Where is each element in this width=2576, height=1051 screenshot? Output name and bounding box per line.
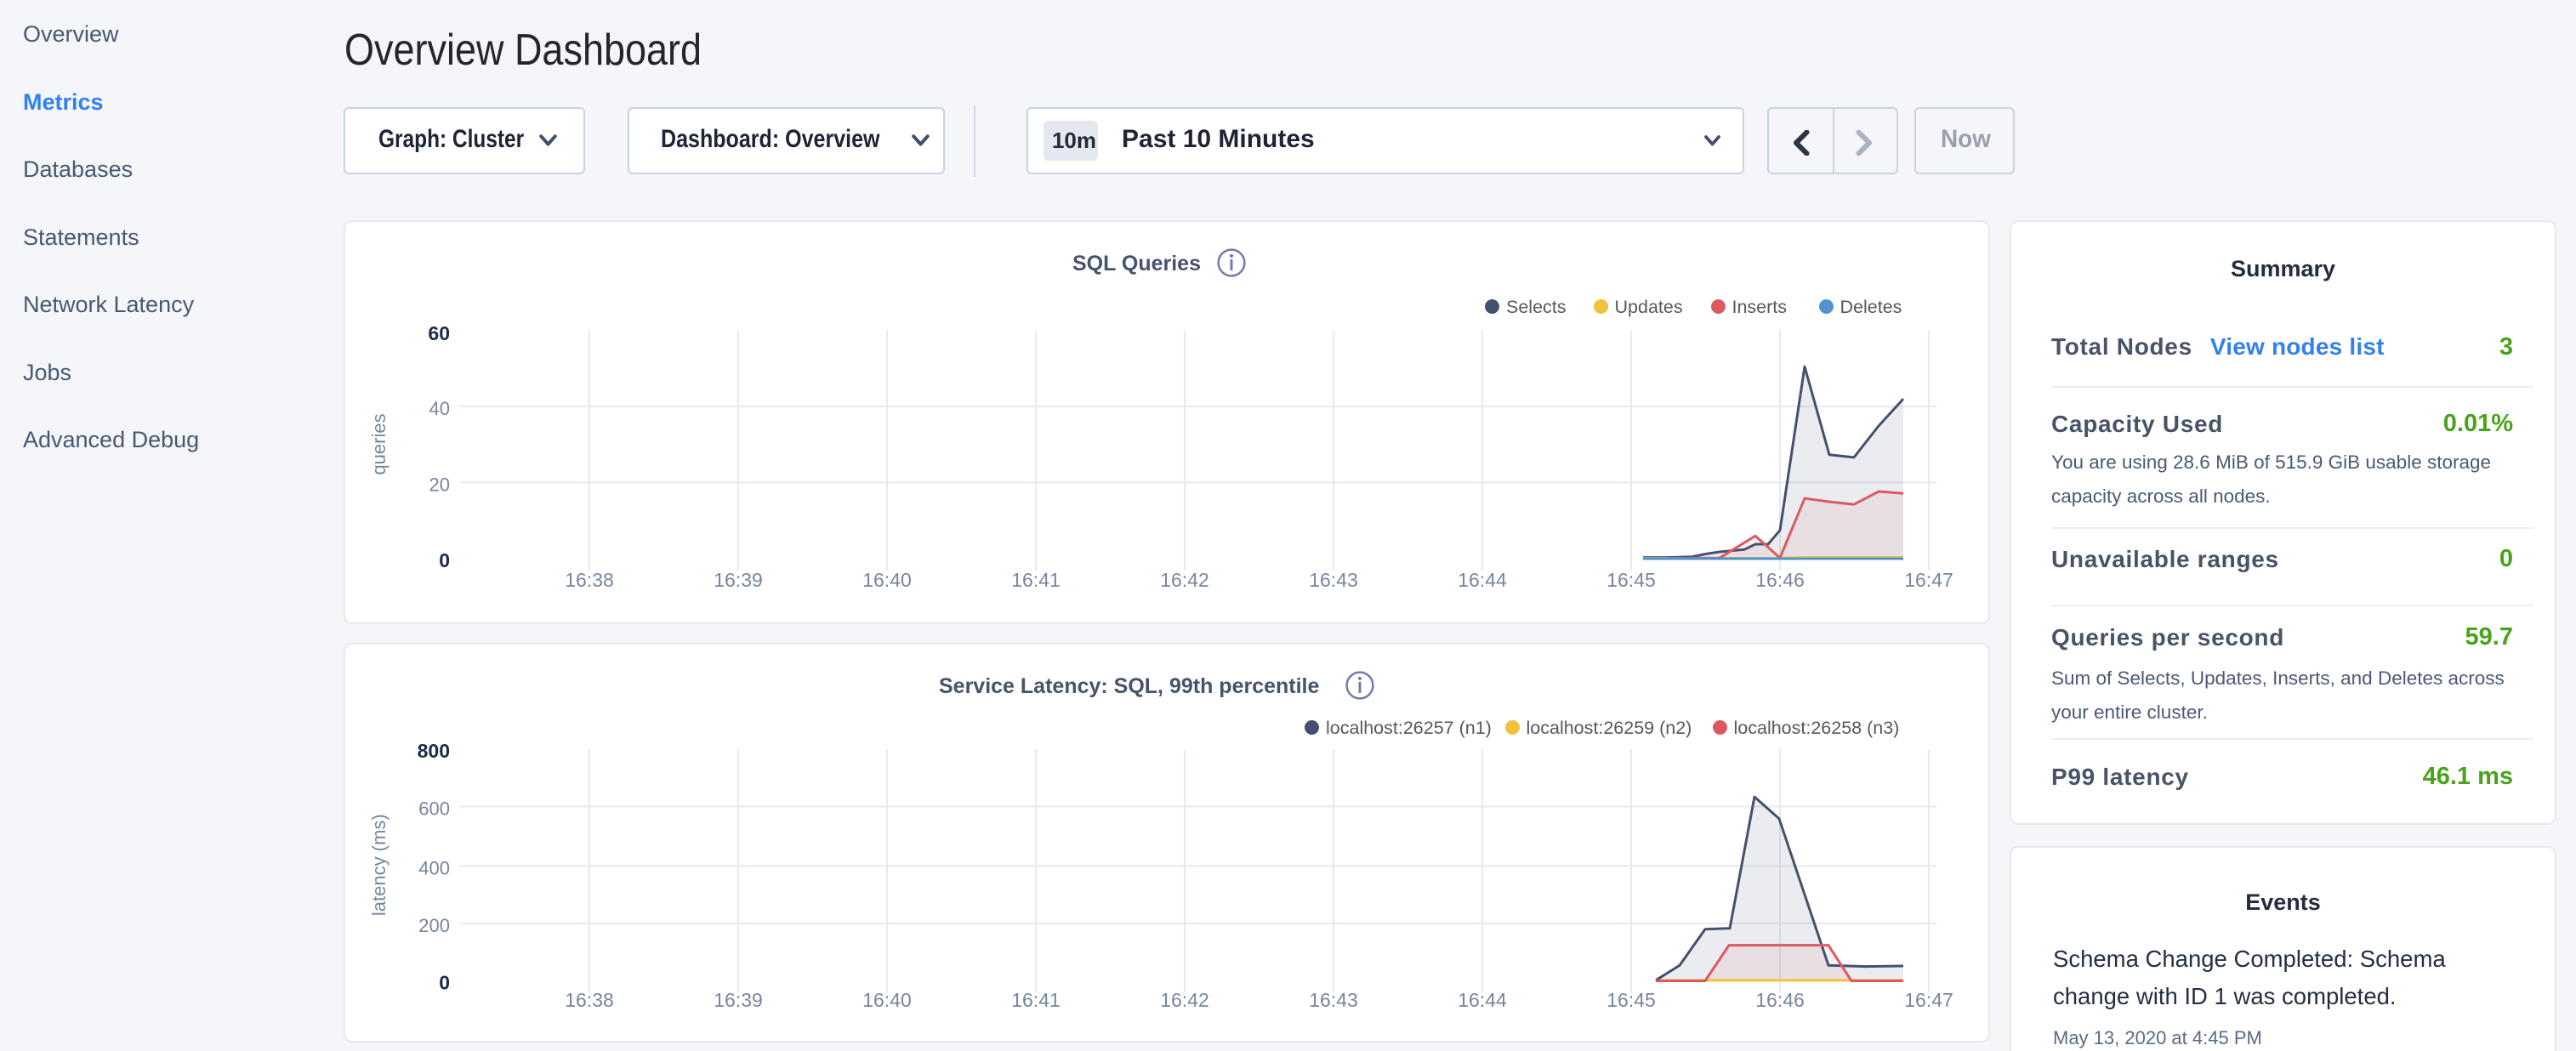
svg-text:800: 800 bbox=[418, 740, 450, 762]
svg-text:400: 400 bbox=[418, 858, 450, 879]
svg-text:queries: queries bbox=[368, 413, 390, 474]
svg-text:16:40: 16:40 bbox=[862, 989, 912, 1011]
svg-text:16:45: 16:45 bbox=[1606, 989, 1656, 1011]
svg-text:16:39: 16:39 bbox=[714, 569, 763, 591]
svg-text:20: 20 bbox=[429, 474, 450, 495]
svg-text:40: 40 bbox=[429, 398, 450, 419]
svg-text:16:46: 16:46 bbox=[1755, 989, 1805, 1011]
svg-text:16:45: 16:45 bbox=[1606, 569, 1656, 591]
svg-text:16:46: 16:46 bbox=[1755, 569, 1805, 591]
svg-text:0: 0 bbox=[439, 972, 450, 994]
svg-text:16:47: 16:47 bbox=[1904, 989, 1953, 1011]
svg-text:16:42: 16:42 bbox=[1160, 569, 1209, 591]
svg-text:16:38: 16:38 bbox=[565, 989, 614, 1011]
svg-text:16:43: 16:43 bbox=[1309, 569, 1358, 591]
svg-text:16:41: 16:41 bbox=[1011, 989, 1061, 1011]
svg-text:16:44: 16:44 bbox=[1458, 989, 1507, 1011]
svg-text:0: 0 bbox=[439, 549, 450, 571]
svg-text:16:47: 16:47 bbox=[1904, 569, 1953, 591]
svg-text:16:41: 16:41 bbox=[1011, 569, 1061, 591]
svg-text:16:42: 16:42 bbox=[1160, 989, 1209, 1011]
svg-text:16:39: 16:39 bbox=[714, 989, 763, 1011]
svg-text:latency (ms): latency (ms) bbox=[368, 814, 390, 916]
svg-text:60: 60 bbox=[428, 322, 450, 344]
svg-text:16:43: 16:43 bbox=[1309, 989, 1358, 1011]
svg-text:200: 200 bbox=[418, 915, 450, 936]
svg-text:16:38: 16:38 bbox=[565, 569, 614, 591]
svg-text:16:40: 16:40 bbox=[862, 569, 912, 591]
svg-text:16:44: 16:44 bbox=[1458, 569, 1507, 591]
svg-text:600: 600 bbox=[418, 798, 450, 820]
